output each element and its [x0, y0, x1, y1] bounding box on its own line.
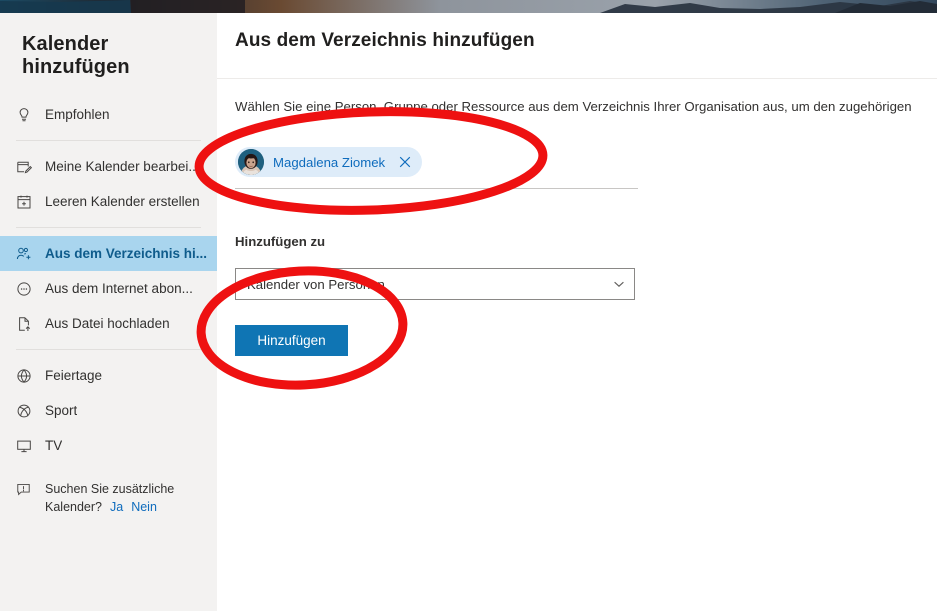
sidebar: Kalender hinzufügen Empfohlen Meine Kale… [0, 13, 217, 611]
avatar [238, 149, 264, 175]
page-title: Aus dem Verzeichnis hinzufügen [235, 30, 535, 51]
sidebar-item-feiertage[interactable]: Feiertage [0, 358, 217, 393]
page-description: Wählen Sie eine Person, Gruppe oder Ress… [235, 99, 912, 114]
main-pane: Aus dem Verzeichnis hinzufügen Wählen Si… [217, 13, 937, 611]
edit-calendar-icon [16, 159, 40, 175]
person-picker-field[interactable]: Magdalena Ziomek [235, 140, 638, 189]
sidebar-item-empfohlen[interactable]: Empfohlen [0, 97, 217, 132]
sidebar-item-sport[interactable]: Sport [0, 393, 217, 428]
feedback-yes-link[interactable]: Ja [110, 500, 123, 514]
sidebar-item-datei[interactable]: Aus Datei hochladen [0, 306, 217, 341]
sidebar-item-label: Feiertage [45, 368, 103, 383]
feedback-icon [16, 482, 40, 502]
sidebar-divider [16, 349, 201, 350]
add-to-dropdown[interactable]: Kalender von Personen [235, 268, 635, 300]
sidebar-item-label: Empfohlen [45, 107, 110, 122]
feedback-no-link[interactable]: Nein [131, 500, 157, 514]
sidebar-item-label: Meine Kalender bearbei... [45, 159, 200, 174]
add-button[interactable]: Hinzufügen [235, 325, 348, 356]
person-chip[interactable]: Magdalena Ziomek [235, 147, 423, 177]
sidebar-item-label: Sport [45, 403, 78, 418]
sidebar-item-label: Aus Datei hochladen [45, 316, 170, 331]
sidebar-item-label: TV [45, 438, 63, 453]
tv-monitor-icon [16, 438, 40, 454]
sidebar-feedback-row: Suchen Sie zusätzliche Kalender? Ja Nein [0, 480, 217, 516]
calendar-plus-icon [16, 194, 40, 210]
sidebar-title: Kalender hinzufügen [22, 33, 130, 78]
person-chip-name: Magdalena Ziomek [273, 154, 386, 170]
sidebar-item-leeren-kalender[interactable]: Leeren Kalender erstellen [0, 184, 217, 219]
sports-ball-icon [16, 403, 40, 419]
sidebar-item-tv[interactable]: TV [0, 428, 217, 463]
sidebar-item-label: Aus dem Verzeichnis hi... [45, 246, 208, 261]
globe-subscribe-icon [16, 281, 40, 297]
chevron-down-icon [604, 278, 634, 290]
add-to-dropdown-value: Kalender von Personen [247, 276, 385, 292]
file-upload-icon [16, 316, 40, 332]
sidebar-nav: Empfohlen Meine Kalender bearbei... Leer… [0, 97, 217, 516]
sidebar-item-internet[interactable]: Aus dem Internet abon... [0, 271, 217, 306]
people-add-icon [16, 246, 40, 262]
mountain-landscape-banner [0, 0, 937, 13]
add-to-label: Hinzufügen zu [235, 234, 326, 249]
sidebar-divider [16, 227, 201, 228]
lightbulb-icon [16, 107, 40, 123]
sidebar-divider [16, 140, 201, 141]
close-icon[interactable] [394, 151, 416, 173]
person-picker[interactable]: Magdalena Ziomek [235, 140, 638, 189]
sidebar-item-label: Aus dem Internet abon... [45, 281, 193, 296]
sidebar-item-label: Leeren Kalender erstellen [45, 194, 200, 209]
sidebar-item-verzeichnis[interactable]: Aus dem Verzeichnis hi... [0, 236, 217, 271]
sidebar-item-meine-kalender[interactable]: Meine Kalender bearbei... [0, 149, 217, 184]
globe-icon [16, 368, 40, 384]
feedback-text: Suchen Sie zusätzliche Kalender? Ja Nein [45, 480, 210, 516]
header-divider [217, 78, 937, 79]
